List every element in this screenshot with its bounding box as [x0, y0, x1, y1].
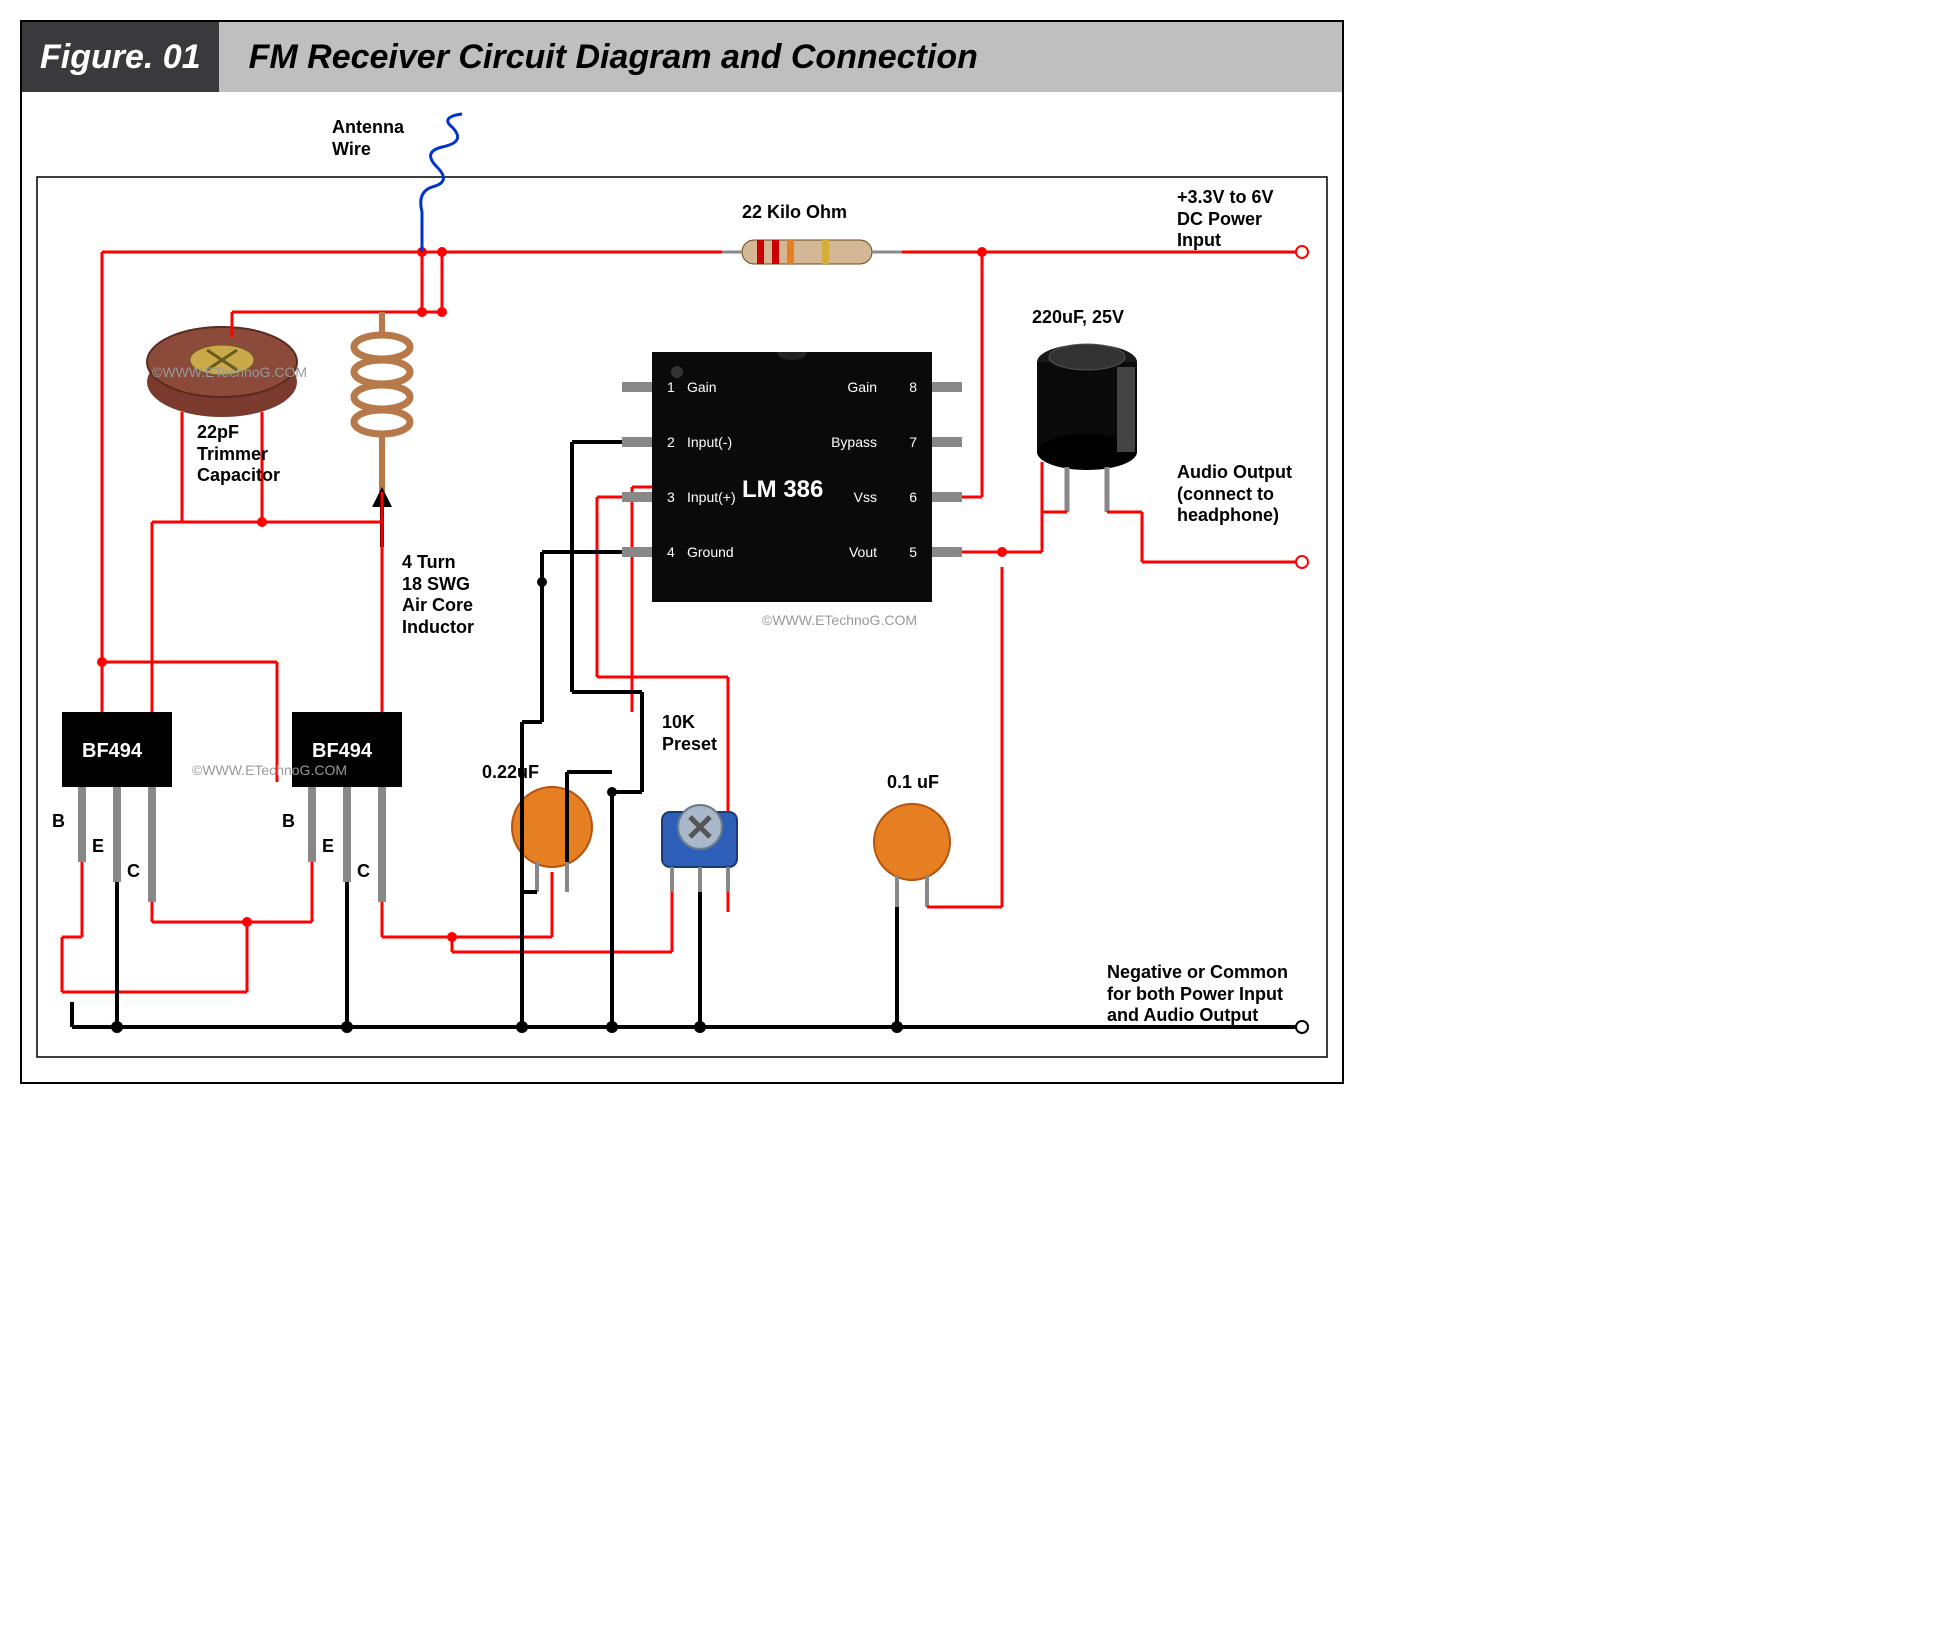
- transistor-1-icon: BF494: [62, 712, 172, 902]
- cap-022-label: 0.22uF: [482, 762, 539, 784]
- svg-text:BF494: BF494: [312, 740, 373, 762]
- svg-text:B: B: [282, 811, 295, 831]
- watermark-2: ©WWW.ETechnoG.COM: [192, 762, 347, 778]
- preset-icon: [662, 805, 737, 892]
- svg-text:E: E: [92, 836, 104, 856]
- svg-text:3: 3: [667, 489, 675, 505]
- svg-text:8: 8: [909, 379, 917, 395]
- svg-text:2: 2: [667, 434, 675, 450]
- svg-text:6: 6: [909, 489, 917, 505]
- svg-text:Input(-): Input(-): [687, 434, 732, 450]
- svg-text:7: 7: [909, 434, 917, 450]
- svg-text:Ground: Ground: [687, 544, 734, 560]
- svg-text:1: 1: [667, 379, 675, 395]
- resistor-icon: [722, 240, 902, 264]
- electrolytic-capacitor-icon: [1037, 344, 1137, 512]
- svg-text:LM 386: LM 386: [742, 476, 823, 503]
- figure-badge: Figure. 01: [22, 22, 219, 92]
- svg-text:Bypass: Bypass: [831, 434, 877, 450]
- capacitor-01-icon: [874, 804, 950, 907]
- watermark-3: ©WWW.ETechnoG.COM: [762, 612, 917, 628]
- svg-text:C: C: [357, 861, 370, 881]
- watermark-1: ©WWW.ETechnoG.COM: [152, 364, 307, 380]
- inductor-icon: [354, 312, 410, 492]
- svg-text:4: 4: [667, 544, 675, 560]
- antenna-label: Antenna Wire: [332, 117, 404, 160]
- svg-text:B: B: [52, 811, 65, 831]
- ic-lm386-icon: LM 386 1 Gain 2 Input(-) 3 Input(+) 4 Ground…: [622, 352, 962, 602]
- svg-text:E: E: [322, 836, 334, 856]
- svg-text:Vout: Vout: [849, 544, 877, 560]
- diagram-container: Figure. 01 FM Receiver Circuit Diagram a…: [20, 20, 1344, 1084]
- svg-text:Gain: Gain: [847, 379, 877, 395]
- diagram-title: FM Receiver Circuit Diagram and Connecti…: [219, 22, 1342, 92]
- circuit-canvas: BF494 B E C BF494 B E C LM 386 1 Gain 2 In…: [22, 92, 1342, 1082]
- svg-text:Vss: Vss: [854, 489, 877, 505]
- svg-text:C: C: [127, 861, 140, 881]
- svg-text:BF494: BF494: [82, 740, 143, 762]
- antenna-icon: [421, 114, 462, 212]
- electrolytic-label: 220uF, 25V: [1032, 307, 1124, 329]
- resistor-label: 22 Kilo Ohm: [742, 202, 847, 224]
- preset-label: 10K Preset: [662, 712, 717, 755]
- svg-text:Gain: Gain: [687, 379, 717, 395]
- cap-01-label: 0.1 uF: [887, 772, 939, 794]
- transistor-2-icon: BF494: [292, 712, 402, 902]
- ground-label: Negative or Common for both Power Input …: [1107, 962, 1288, 1027]
- audio-output-label: Audio Output (connect to headphone): [1177, 462, 1292, 527]
- inductor-label: 4 Turn 18 SWG Air Core Inductor: [402, 552, 474, 638]
- svg-text:5: 5: [909, 544, 917, 560]
- header: Figure. 01 FM Receiver Circuit Diagram a…: [22, 22, 1342, 92]
- svg-text:Input(+): Input(+): [687, 489, 736, 505]
- trimmer-label: 22pF Trimmer Capacitor: [197, 422, 280, 487]
- power-input-label: +3.3V to 6V DC Power Input: [1177, 187, 1274, 252]
